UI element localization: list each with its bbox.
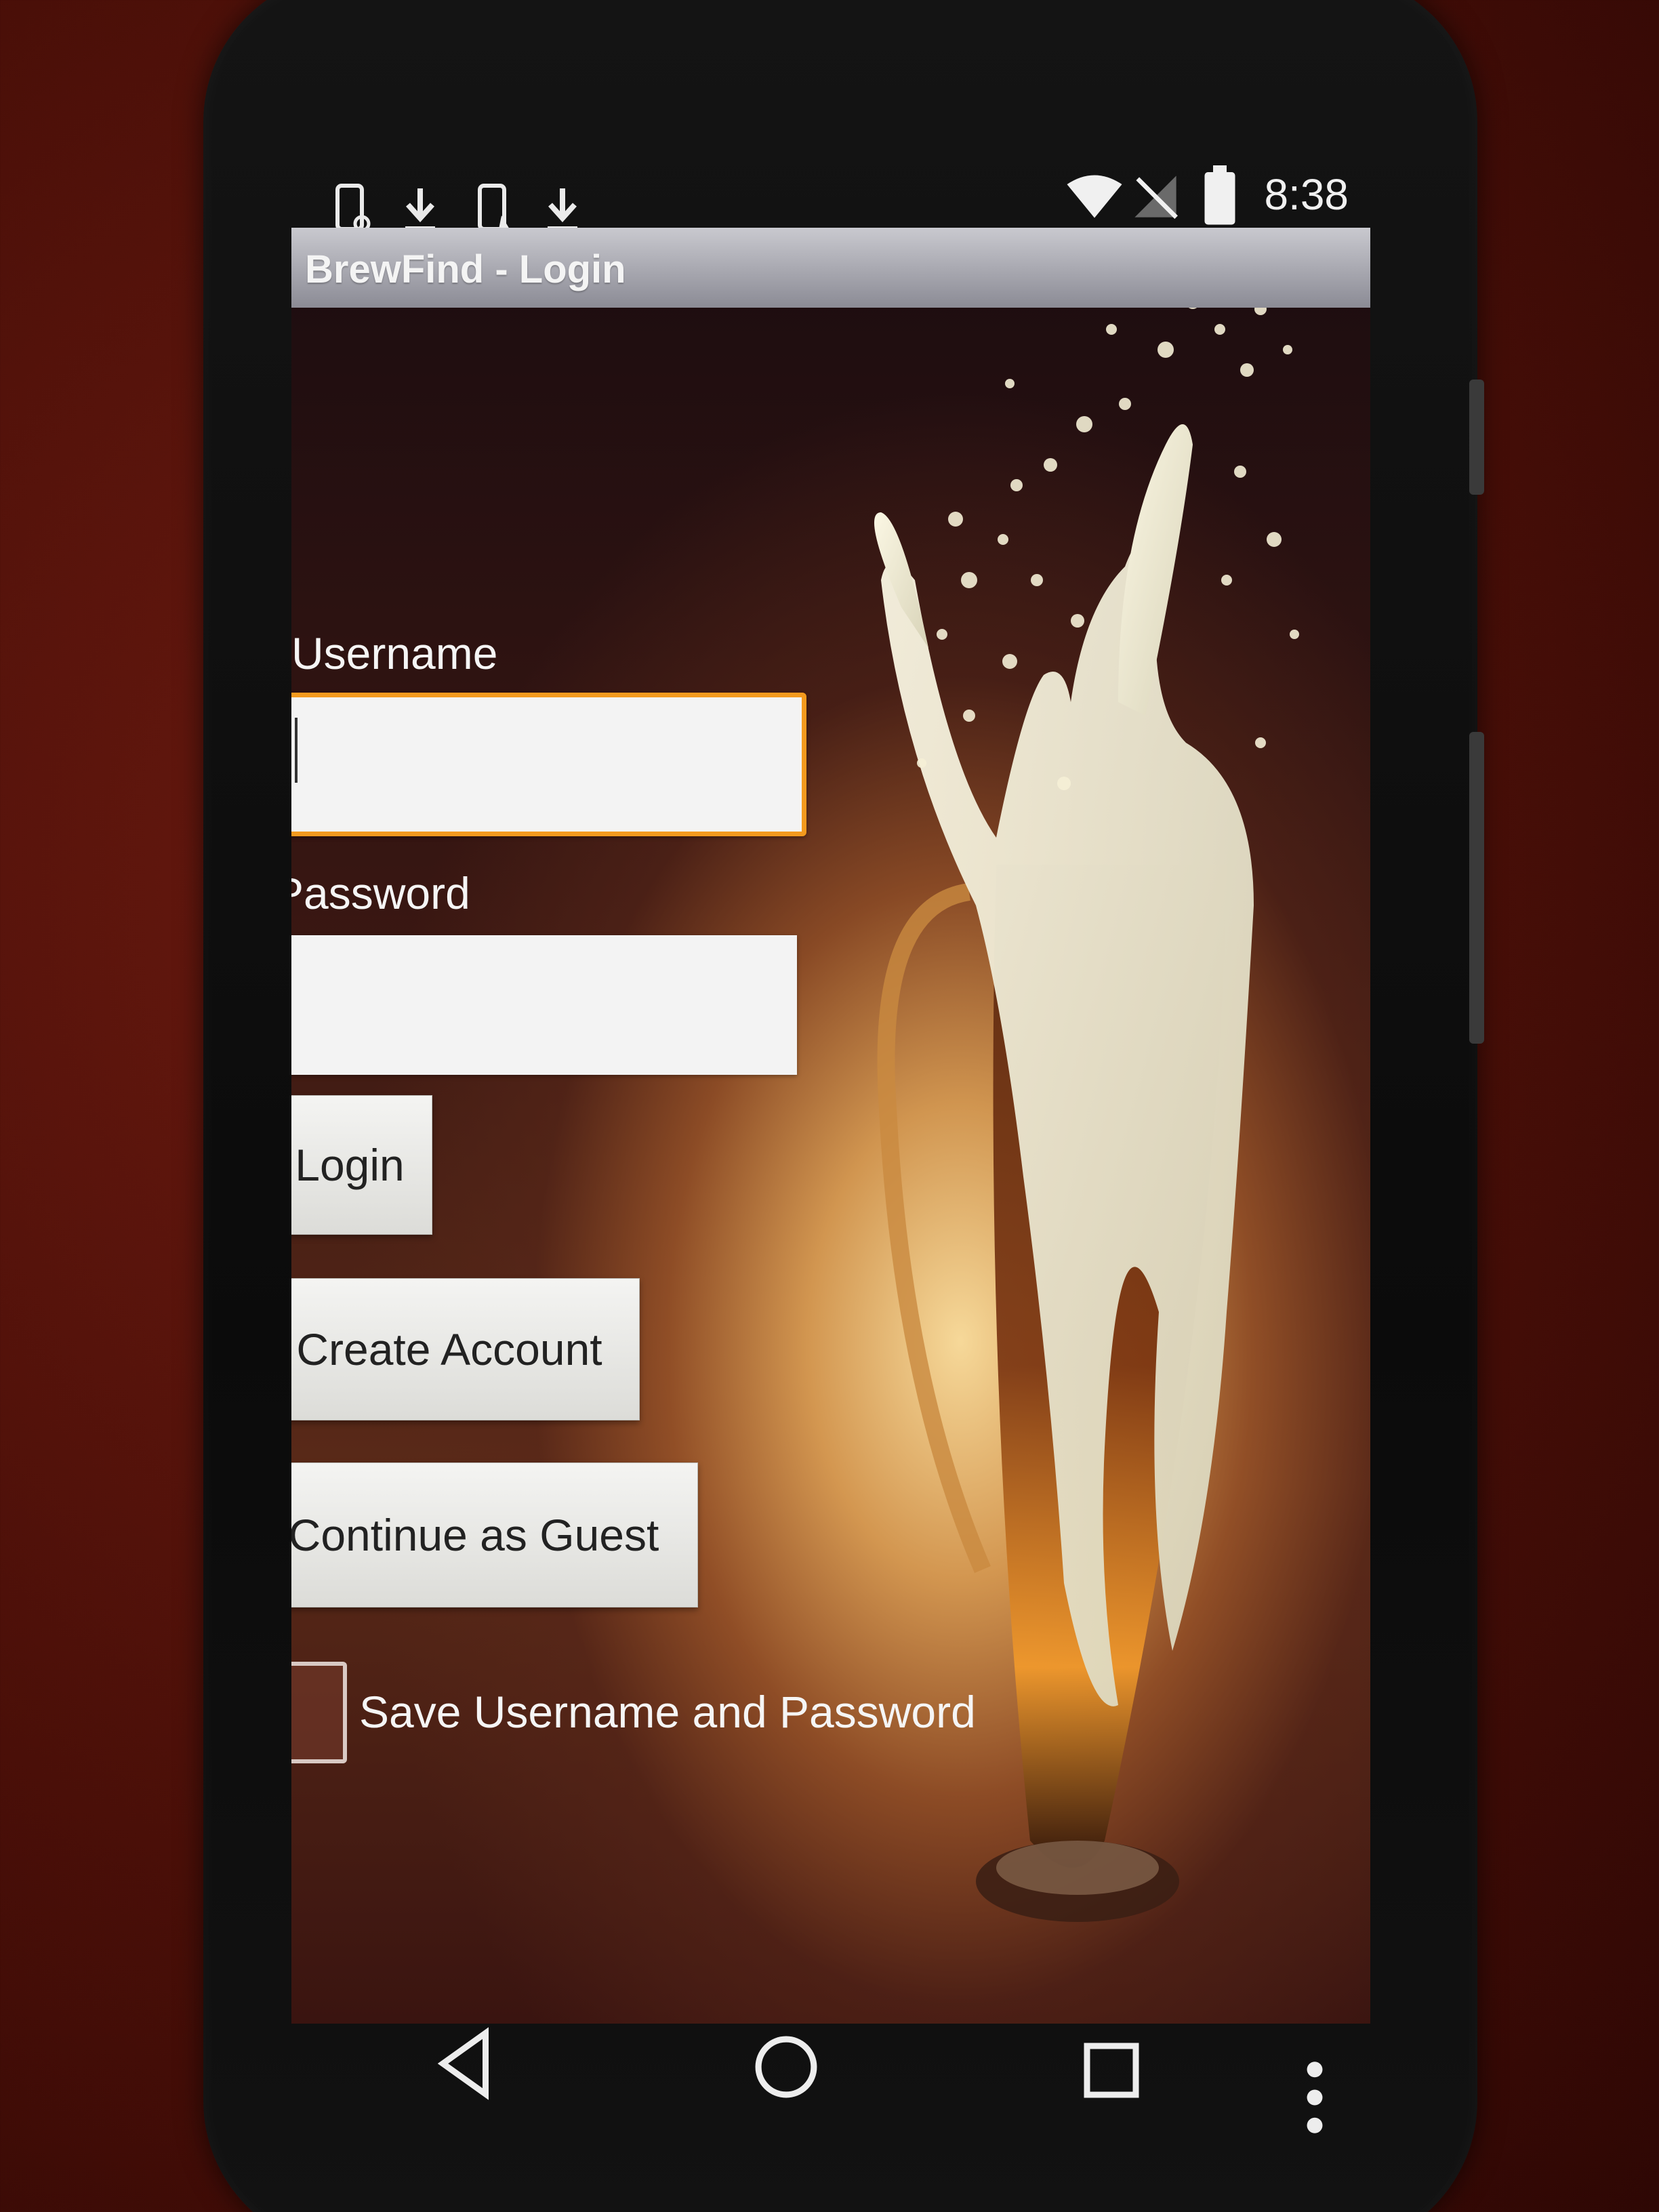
status-bar: 8:38: [291, 163, 1369, 232]
password-label: Password: [291, 868, 470, 918]
username-input[interactable]: [291, 693, 806, 836]
beer-splash-background-image: [874, 295, 1299, 1922]
battery-icon: [1204, 165, 1235, 225]
create-account-button[interactable]: Create Account: [291, 1278, 640, 1420]
login-button[interactable]: Login: [291, 1095, 432, 1235]
text-caret: [295, 718, 298, 783]
wifi-icon: [1067, 175, 1122, 218]
phone-side-button: [1469, 380, 1484, 495]
status-time: 8:38: [1264, 170, 1349, 219]
navigation-bar: [210, 2026, 1423, 2162]
phone-volume-button: [1469, 732, 1484, 1044]
overflow-menu-icon[interactable]: [1301, 2060, 1328, 2135]
home-icon[interactable]: [752, 2033, 820, 2101]
username-label: Username: [291, 628, 498, 678]
no-signal-icon: [1134, 176, 1178, 219]
save-credentials-checkbox[interactable]: [291, 1662, 347, 1763]
app-title: BrewFind - Login: [305, 247, 626, 291]
recents-icon[interactable]: [1081, 2040, 1142, 2101]
app-title-bar: BrewFind - Login: [291, 228, 1370, 308]
app-screen: BrewFind - Login Username Password Login…: [291, 228, 1370, 2024]
continue-as-guest-button[interactable]: Continue as Guest: [291, 1462, 698, 1607]
save-credentials-label[interactable]: Save Username and Password: [359, 1686, 976, 1738]
password-input[interactable]: [291, 935, 797, 1075]
back-icon[interactable]: [434, 2026, 495, 2101]
